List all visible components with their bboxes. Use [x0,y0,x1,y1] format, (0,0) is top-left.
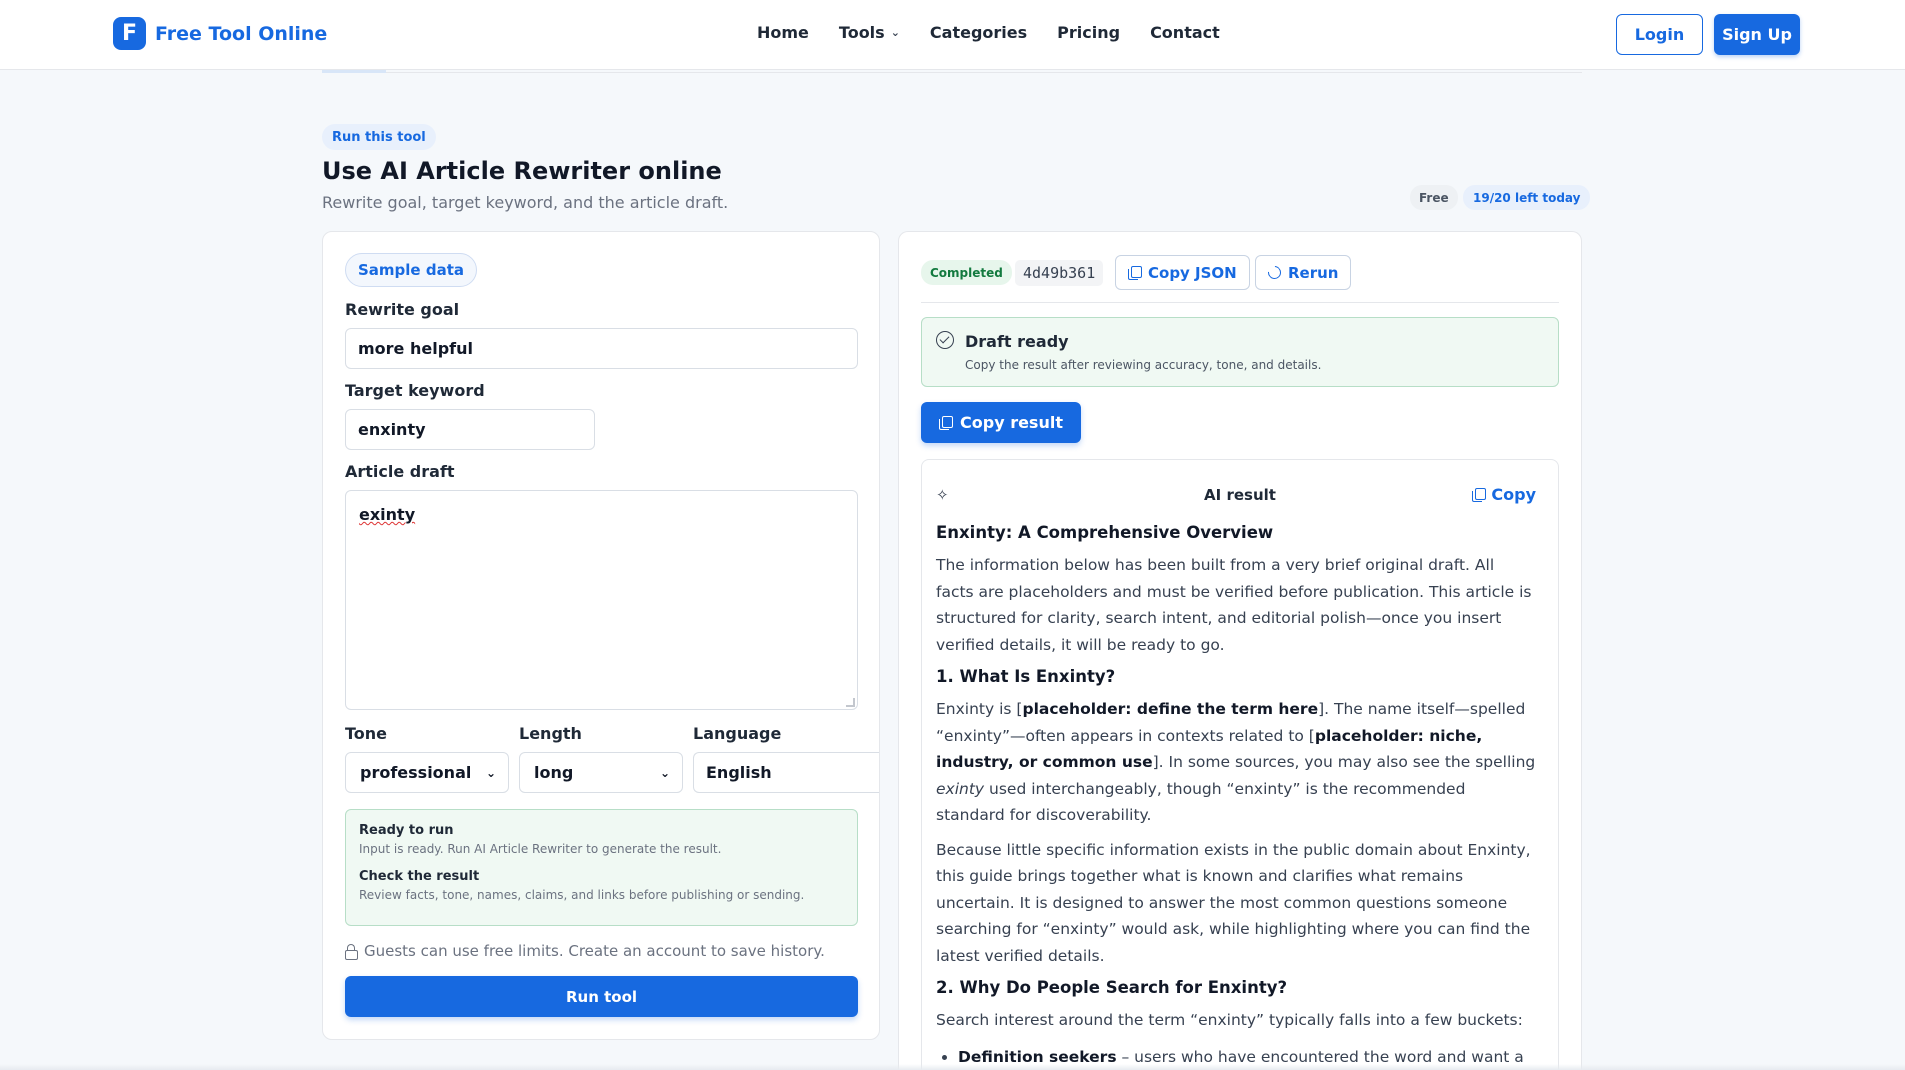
section-2-paragraph-1: Search interest around the term “enxinty… [936,1011,1523,1029]
rewrite-goal-label: Rewrite goal [345,300,460,319]
text-run: used interchangeably, though “enxinty” i… [936,779,1466,825]
login-button[interactable]: Login [1616,14,1703,55]
page-bottom-edge [0,1064,1905,1070]
text-run: Enxinty is [ [936,700,1023,718]
language-label: Language [693,724,782,743]
draft-ready-box: Draft ready Copy the result after review… [921,317,1559,387]
chevron-down-icon: ⌄ [659,765,670,780]
run-tool-pill: Run this tool [322,124,436,150]
page-title: Use AI Article Rewriter online [322,157,722,185]
nav-categories[interactable]: Categories [930,23,1027,42]
brand[interactable]: F Free Tool Online [113,17,327,50]
ready-text: Input is ready. Run AI Article Rewriter … [359,842,722,856]
top-navbar: F Free Tool Online Home Tools ⌄ Categorie… [0,0,1905,70]
section-1-paragraph-2: Because little specific information exis… [936,840,1531,965]
copy-result-label: Copy result [960,413,1063,432]
result-divider [921,302,1559,303]
chevron-down-icon: ⌄ [485,765,496,780]
run-id: 4d49b361 [1015,260,1104,286]
ai-result-title: AI result [1204,486,1276,504]
sample-data-button[interactable]: Sample data [345,253,477,287]
tab-strip-indicator [322,70,386,73]
copy-label: Copy [1491,485,1536,504]
run-tool-button[interactable]: Run tool [345,976,858,1017]
length-value: long [534,763,574,782]
target-keyword-input[interactable]: enxinty [345,409,595,450]
lock-icon [345,944,358,960]
ready-title: Ready to run [359,823,454,838]
copy-icon [1472,487,1487,502]
check-title: Check the result [359,869,480,884]
language-value: English [706,763,772,782]
brand-name: Free Tool Online [155,22,328,45]
target-keyword-label: Target keyword [345,381,485,400]
tone-value: professional [360,763,472,782]
article-draft-value: exinty [359,505,416,524]
rewrite-goal-input[interactable]: more helpful [345,328,858,369]
article-heading: Enxinty: A Comprehensive Overview [936,523,1274,542]
copy-json-button[interactable]: Copy JSON [1115,255,1250,290]
tone-label: Tone [345,724,388,743]
tab-strip-divider [322,70,1582,73]
nav-tools-label: Tools [838,23,885,42]
guest-note: Guests can use free limits. Create an ac… [345,942,825,960]
list-item-term: Definition seekers [958,1047,1117,1066]
rerun-button[interactable]: Rerun [1255,255,1352,290]
status-info-box: Ready to run Input is ready. Run AI Arti… [345,809,858,926]
guest-note-text: Guests can use free limits. Create an ac… [364,942,825,960]
result-panel: Completed 4d49b361 Copy JSON Rerun Draft… [898,231,1582,1070]
placeholder-definition: placeholder: define the term here [1022,700,1319,718]
copy-icon [939,415,953,430]
copy-result-button[interactable]: Copy result [921,402,1081,443]
resize-handle-icon[interactable] [846,698,855,707]
alt-spelling: exinty [936,779,985,798]
article-draft-textarea[interactable]: exinty [345,490,858,710]
check-text: Review facts, tone, names, claims, and l… [359,888,805,902]
usage-left-badge: 19/20 left today [1463,185,1591,210]
language-input[interactable]: English [693,752,879,793]
target-keyword-value: enxinty [358,420,426,439]
rerun-label: Rerun [1288,263,1339,282]
signup-button[interactable]: Sign Up [1714,14,1800,55]
rerun-icon [1265,263,1284,282]
copy-json-label: Copy JSON [1148,263,1237,282]
check-circle-icon [936,331,954,349]
rewrite-goal-value: more helpful [358,339,473,358]
nav-tools[interactable]: Tools ⌄ [839,23,900,42]
draft-ready-text: Copy the result after reviewing accuracy… [965,358,1322,372]
text-run: ]. In some sources, you may also see the… [1152,753,1536,771]
main-nav: Home Tools ⌄ Categories Pricing Contact [757,23,1220,42]
article-intro: The information below has been built fro… [936,556,1532,654]
ai-result-card: ✧ AI result Copy Enxinty: A Comprehensiv… [921,459,1559,1070]
page-subtitle: Rewrite goal, target keyword, and the ar… [322,193,729,212]
tone-select[interactable]: professional ⌄ [345,752,509,793]
draft-ready-title: Draft ready [965,332,1069,351]
brand-logo-icon: F [113,17,146,50]
copy-button[interactable]: Copy [1472,485,1536,504]
ai-result-content: Enxinty: A Comprehensive Overview The in… [936,522,1536,1070]
section-1-title: 1. What Is Enxinty? [936,667,1116,686]
status-badge: Completed [921,260,1012,285]
length-select[interactable]: long ⌄ [519,752,683,793]
section-2-title: 2. Why Do People Search for Enxinty? [936,978,1288,997]
free-badge: Free [1410,185,1458,210]
input-panel: Sample data Rewrite goal more helpful Ta… [322,231,880,1040]
copy-icon [1128,265,1142,280]
article-draft-label: Article draft [345,462,455,481]
nav-contact[interactable]: Contact [1150,23,1220,42]
nav-home[interactable]: Home [757,23,809,42]
chevron-down-icon: ⌄ [890,26,900,39]
nav-pricing[interactable]: Pricing [1057,23,1120,42]
section-1-paragraph-1: Enxinty is [placeholder: define the term… [936,696,1536,829]
length-label: Length [519,724,582,743]
